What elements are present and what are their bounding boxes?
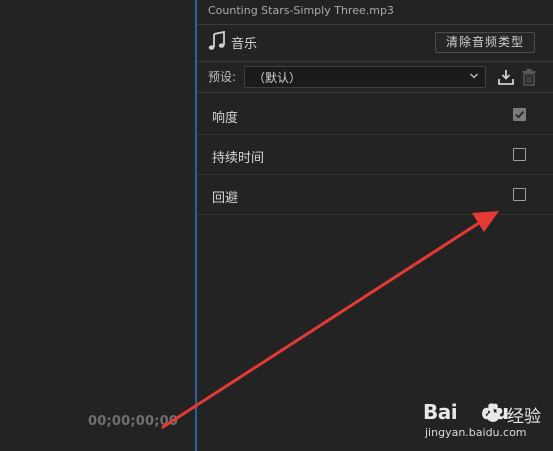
timeline-pane: 00;00;00;00 — [0, 0, 195, 451]
option-row-duration[interactable]: 持续时间 — [197, 135, 553, 175]
watermark-brand: 经验 — [507, 407, 541, 427]
audio-type-label: 音乐 — [231, 37, 258, 52]
option-row-ducking[interactable]: 回避 — [197, 175, 553, 215]
option-row-loudness[interactable]: 响度 — [197, 95, 553, 135]
paw-icon — [483, 403, 503, 422]
music-note-icon — [208, 31, 225, 50]
duration-checkbox[interactable] — [513, 148, 526, 161]
baidu-jingyan-watermark: Bai du 经验 jingyan.baidu.com — [423, 400, 548, 442]
clip-title: Counting Stars-Simply Three.mp3 — [208, 4, 394, 17]
option-label: 持续时间 — [212, 151, 265, 166]
watermark-url: jingyan.baidu.com — [425, 426, 527, 439]
essential-sound-panel: Counting Stars-Simply Three.mp3 音乐 清除音频类… — [197, 0, 553, 451]
playhead-timecode[interactable]: 00;00;00;00 — [88, 414, 178, 429]
clear-audio-type-button[interactable]: 清除音频类型 — [435, 32, 535, 53]
loudness-checkbox[interactable] — [513, 108, 526, 121]
audio-type-row: 音乐 清除音频类型 — [197, 25, 553, 62]
delete-preset-icon[interactable] — [521, 68, 537, 86]
panel-header: Counting Stars-Simply Three.mp3 — [197, 0, 553, 25]
preset-label: 预设: — [208, 70, 237, 84]
ducking-checkbox[interactable] — [513, 188, 526, 201]
chevron-down-icon — [470, 73, 478, 79]
checkmark-icon — [515, 111, 525, 119]
preset-row: 预设: （默认） — [197, 62, 553, 93]
option-label: 响度 — [212, 111, 239, 126]
preset-dropdown[interactable]: （默认） — [244, 66, 486, 88]
preset-selected-value: （默认） — [253, 71, 302, 85]
save-preset-icon[interactable] — [497, 68, 515, 86]
option-label: 回避 — [212, 191, 239, 206]
